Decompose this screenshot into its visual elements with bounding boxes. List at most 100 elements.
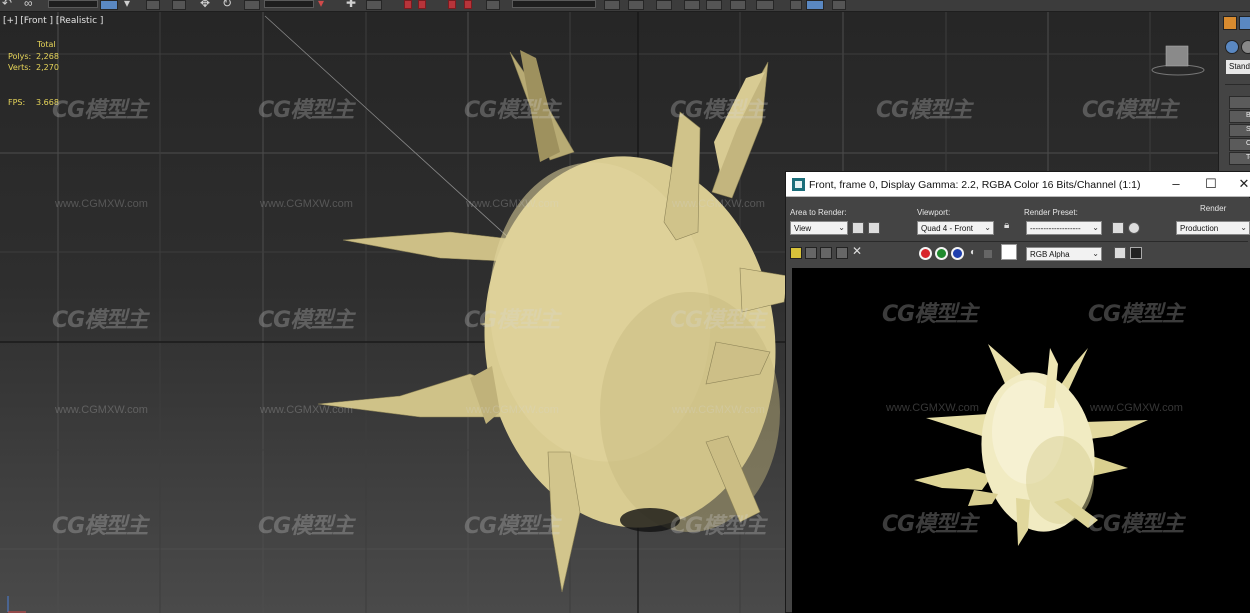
select-object-button[interactable] [100,0,118,10]
viewport-label: Viewport: [917,208,951,217]
maximize-icon[interactable]: ☐ [1201,176,1221,192]
blue-channel-toggle[interactable] [951,247,964,260]
render-setup-icon[interactable] [1112,222,1124,234]
clear-icon[interactable]: ✕ [852,244,862,258]
verts-label: Verts: [8,63,32,72]
viewport-dropdown[interactable]: Quad 4 - Front ⌄ [917,221,994,235]
modify-tab-icon[interactable] [1239,16,1250,30]
schematic-view-button[interactable] [706,0,722,10]
polys-value: 2,268 [36,51,59,61]
shapes-icon[interactable] [1241,40,1250,54]
edit-named-selection-button[interactable] [464,0,472,9]
axis-tripod-icon [7,596,26,613]
named-selection-button[interactable] [486,0,500,10]
create-tab-icon[interactable] [1223,16,1237,30]
align-button[interactable] [604,0,620,10]
toolbar-divider [790,241,1248,242]
chevron-down-icon: ⌄ [1092,223,1099,232]
render-preset-label: Render Preset: [1024,208,1078,217]
object-type-button[interactable]: B [1229,110,1250,123]
red-channel-toggle[interactable] [919,247,932,260]
object-type-button[interactable]: Cy [1229,138,1250,151]
curve-editor-button[interactable] [684,0,700,10]
green-channel-toggle[interactable] [935,247,948,260]
monochrome-icon[interactable] [984,250,992,258]
display-channel-value: RGB Alpha [1030,250,1070,259]
move-icon[interactable]: ✥ [200,0,210,9]
toggle-ui-overlay-icon[interactable] [1114,247,1126,259]
viewport-value: Quad 4 - Front [921,224,974,233]
display-channel-dropdown[interactable]: RGB Alpha ⌄ [1026,247,1102,261]
auto-region-icon[interactable] [868,222,880,234]
area-to-render-dropdown[interactable]: View ⌄ [790,221,848,235]
window-crossing-button[interactable] [172,0,186,10]
select-by-name-icon[interactable]: ▾ [124,0,130,9]
verts-value: 2,270 [36,63,59,72]
chevron-down-icon: ⌄ [1240,223,1247,232]
viewport-label[interactable]: [+] [Front ] [Realistic ] [3,16,103,26]
rectangular-selection-button[interactable] [146,0,160,10]
chevron-down-icon: ⌄ [1092,249,1099,258]
geometry-icon[interactable] [1225,40,1239,54]
snap-toggle-icon[interactable]: ✚ [346,0,356,9]
undo-icon[interactable]: ↶ [2,0,12,9]
render-setup-button[interactable] [756,0,774,10]
save-image-icon[interactable] [790,247,802,259]
link-icon[interactable]: ∞ [24,0,33,9]
window-title-bar[interactable]: Front, frame 0, Display Gamma: 2.2, RGBA… [786,172,1250,197]
viewcube-icon[interactable] [1150,40,1206,80]
render-mode-value: Production [1180,224,1219,233]
object-type-button[interactable]: To [1229,152,1250,165]
spiky-model[interactable] [317,50,794,593]
render-preset-value: ------------------- [1030,224,1081,233]
fps-value: 3.668 [36,98,59,107]
fps-readout: FPS: 3.668 [8,98,59,107]
statistics-overlay: Total Polys: 2,268 Verts: 2,270 [8,39,59,74]
polys-label: Polys: [8,51,32,61]
close-icon[interactable]: ✕ [1234,176,1250,192]
named-selection-field[interactable] [512,0,596,8]
window-title: Front, frame 0, Display Gamma: 2.2, RGBA… [809,179,1141,191]
render-controls: Area to Render: View ⌄ Viewport: Quad 4 … [786,198,1250,270]
rendered-image[interactable]: CG模型主 CG模型主 www.CGMXW.com www.CGMXW.com … [792,268,1250,613]
rotate-icon[interactable]: ↻ [222,0,232,9]
object-type-button[interactable]: Sp [1229,124,1250,137]
render-production-button[interactable] [806,0,824,10]
render-preset-dropdown[interactable]: ------------------- ⌄ [1026,221,1102,235]
render-mode-dropdown[interactable]: Production ⌄ [1176,221,1250,235]
selection-filter-dropdown[interactable] [48,0,98,8]
toggle-ui-icon[interactable] [1130,247,1142,259]
environment-icon[interactable] [1128,222,1140,234]
main-toolbar: ↶ ∞ ▾ ✥ ↻ ▾ ✚ [0,0,1250,12]
area-to-render-label: Area to Render: [790,208,847,217]
reference-coordinate-dropdown[interactable] [264,0,314,8]
fps-label: FPS: [8,98,26,107]
clone-window-icon[interactable] [820,247,832,259]
layer-manager-button[interactable] [628,0,644,10]
chevron-down-icon: ⌄ [838,223,845,232]
app-logo-icon [792,178,805,191]
scale-button[interactable] [244,0,260,10]
angle-snap-button[interactable] [404,0,412,9]
lock-icon[interactable]: 🔒︎ [1004,220,1009,231]
stats-total-header: Total [37,40,56,49]
material-editor-button[interactable] [730,0,746,10]
minimize-icon[interactable]: – [1166,176,1186,192]
rendered-model [914,344,1148,546]
mirror-button[interactable] [366,0,382,10]
alpha-channel-icon[interactable]: ◐ [970,247,976,258]
panel-divider [1225,84,1250,85]
rendered-frame-window-button[interactable] [790,0,802,10]
toggle-ribbon-button[interactable] [656,0,672,10]
object-type-button[interactable] [1229,96,1250,109]
copy-image-icon[interactable] [805,247,817,259]
object-type-dropdown[interactable]: Standard [1226,60,1250,74]
edit-region-icon[interactable] [852,222,864,234]
color-swatch[interactable] [1001,244,1017,260]
area-to-render-value: View [794,224,812,233]
render-in-cloud-button[interactable] [832,0,846,10]
spinner-snap-button[interactable] [448,0,456,9]
percent-snap-button[interactable] [418,0,426,9]
print-icon[interactable] [836,247,848,259]
pivot-icon[interactable]: ▾ [318,0,324,9]
